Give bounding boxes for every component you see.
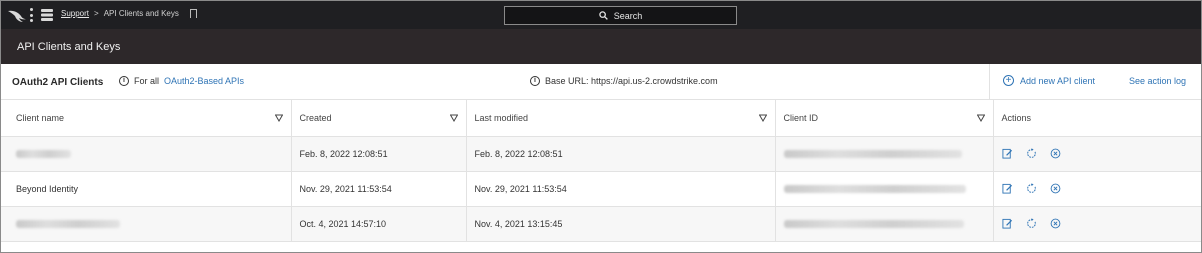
redacted-client-id — [783, 220, 964, 229]
table-header-row: Client name Created Last modified Client… — [1, 100, 1201, 137]
delete-icon[interactable] — [1050, 218, 1061, 229]
breadcrumb-current: API Clients and Keys — [103, 9, 179, 18]
table-row[interactable]: Oct. 4, 2021 14:57:10 Nov. 4, 2021 13:15… — [1, 206, 1201, 242]
redacted-client-id — [783, 185, 966, 194]
reset-icon[interactable] — [1026, 148, 1037, 159]
client-name-cell: Beyond Identity — [1, 171, 292, 207]
info-icon: i — [530, 76, 540, 86]
last-modified-cell: Nov. 29, 2021 11:53:54 — [466, 171, 776, 207]
created-cell: Oct. 4, 2021 14:57:10 — [291, 206, 467, 242]
edit-icon[interactable] — [1001, 148, 1013, 159]
column-header-created[interactable]: Created — [291, 100, 467, 137]
created-cell: Feb. 8, 2022 12:08:51 — [291, 136, 467, 172]
plus-circle-icon: + — [1003, 75, 1014, 86]
breadcrumb-support-link[interactable]: Support — [61, 9, 89, 18]
app-frame: Support > API Clients and Keys Search AP… — [0, 0, 1202, 253]
api-clients-table: Client name Created Last modified Client… — [1, 100, 1201, 242]
base-url-note: i Base URL: https://api.us-2.crowdstrike… — [530, 76, 718, 86]
filter-icon[interactable] — [976, 114, 985, 122]
actions-cell — [993, 136, 1201, 172]
search-button[interactable]: Search — [504, 6, 737, 25]
search-icon — [599, 11, 608, 20]
redacted-client-id — [783, 150, 962, 159]
section-title: OAuth2 API Clients — [12, 77, 104, 88]
last-modified-cell: Feb. 8, 2022 12:08:51 — [466, 136, 776, 172]
apps-icon[interactable] — [41, 8, 53, 22]
actions-cell — [993, 206, 1201, 242]
filter-icon[interactable] — [274, 114, 283, 122]
column-header-last-modified[interactable]: Last modified — [466, 100, 776, 137]
client-id-cell — [775, 136, 994, 172]
edit-icon[interactable] — [1001, 218, 1013, 229]
redacted-client-name — [16, 220, 120, 229]
oauth2-apis-link[interactable]: OAuth2-Based APIs — [164, 76, 244, 86]
reset-icon[interactable] — [1026, 183, 1037, 194]
add-api-client-label: Add new API client — [1020, 75, 1096, 86]
client-name-cell — [1, 206, 292, 242]
breadcrumb-separator: > — [94, 9, 99, 18]
created-cell: Nov. 29, 2021 11:53:54 — [291, 171, 467, 207]
client-name-cell — [1, 136, 292, 172]
falcon-logo-icon[interactable] — [7, 7, 27, 23]
client-id-cell — [775, 206, 994, 242]
section-header: OAuth2 API Clients i For all OAuth2-Base… — [1, 64, 1201, 100]
column-header-client-name[interactable]: Client name — [1, 100, 292, 137]
last-modified-cell: Nov. 4, 2021 13:15:45 — [466, 206, 776, 242]
for-all-prefix: For all — [134, 76, 160, 86]
page-title: API Clients and Keys — [17, 41, 121, 53]
filter-icon[interactable] — [449, 114, 458, 122]
client-id-cell — [775, 171, 994, 207]
table-row[interactable]: Beyond Identity Nov. 29, 2021 11:53:54 N… — [1, 171, 1201, 207]
table-row[interactable]: Feb. 8, 2022 12:08:51 Feb. 8, 2022 12:08… — [1, 136, 1201, 172]
see-action-log-link[interactable]: See action log — [1129, 76, 1186, 86]
title-bar: API Clients and Keys — [1, 29, 1201, 64]
column-header-actions: Actions — [993, 100, 1201, 137]
edit-icon[interactable] — [1001, 183, 1013, 194]
breadcrumb: Support > API Clients and Keys — [61, 9, 197, 18]
filter-icon[interactable] — [758, 114, 767, 122]
bookmark-icon[interactable] — [189, 9, 197, 18]
base-url-text: Base URL: https://api.us-2.crowdstrike.c… — [545, 76, 718, 86]
column-header-client-id[interactable]: Client ID — [775, 100, 994, 137]
delete-icon[interactable] — [1050, 148, 1061, 159]
for-all-note: i For all OAuth2-Based APIs — [119, 76, 244, 86]
divider — [989, 64, 990, 100]
search-label: Search — [613, 10, 643, 21]
top-nav: Support > API Clients and Keys Search — [1, 1, 1201, 29]
redacted-client-name — [16, 150, 71, 159]
reset-icon[interactable] — [1026, 218, 1037, 229]
kebab-menu-icon[interactable] — [29, 8, 33, 22]
actions-cell — [993, 171, 1201, 207]
info-icon: i — [119, 76, 129, 86]
add-api-client-button[interactable]: + Add new API client — [1003, 75, 1095, 86]
delete-icon[interactable] — [1050, 183, 1061, 194]
